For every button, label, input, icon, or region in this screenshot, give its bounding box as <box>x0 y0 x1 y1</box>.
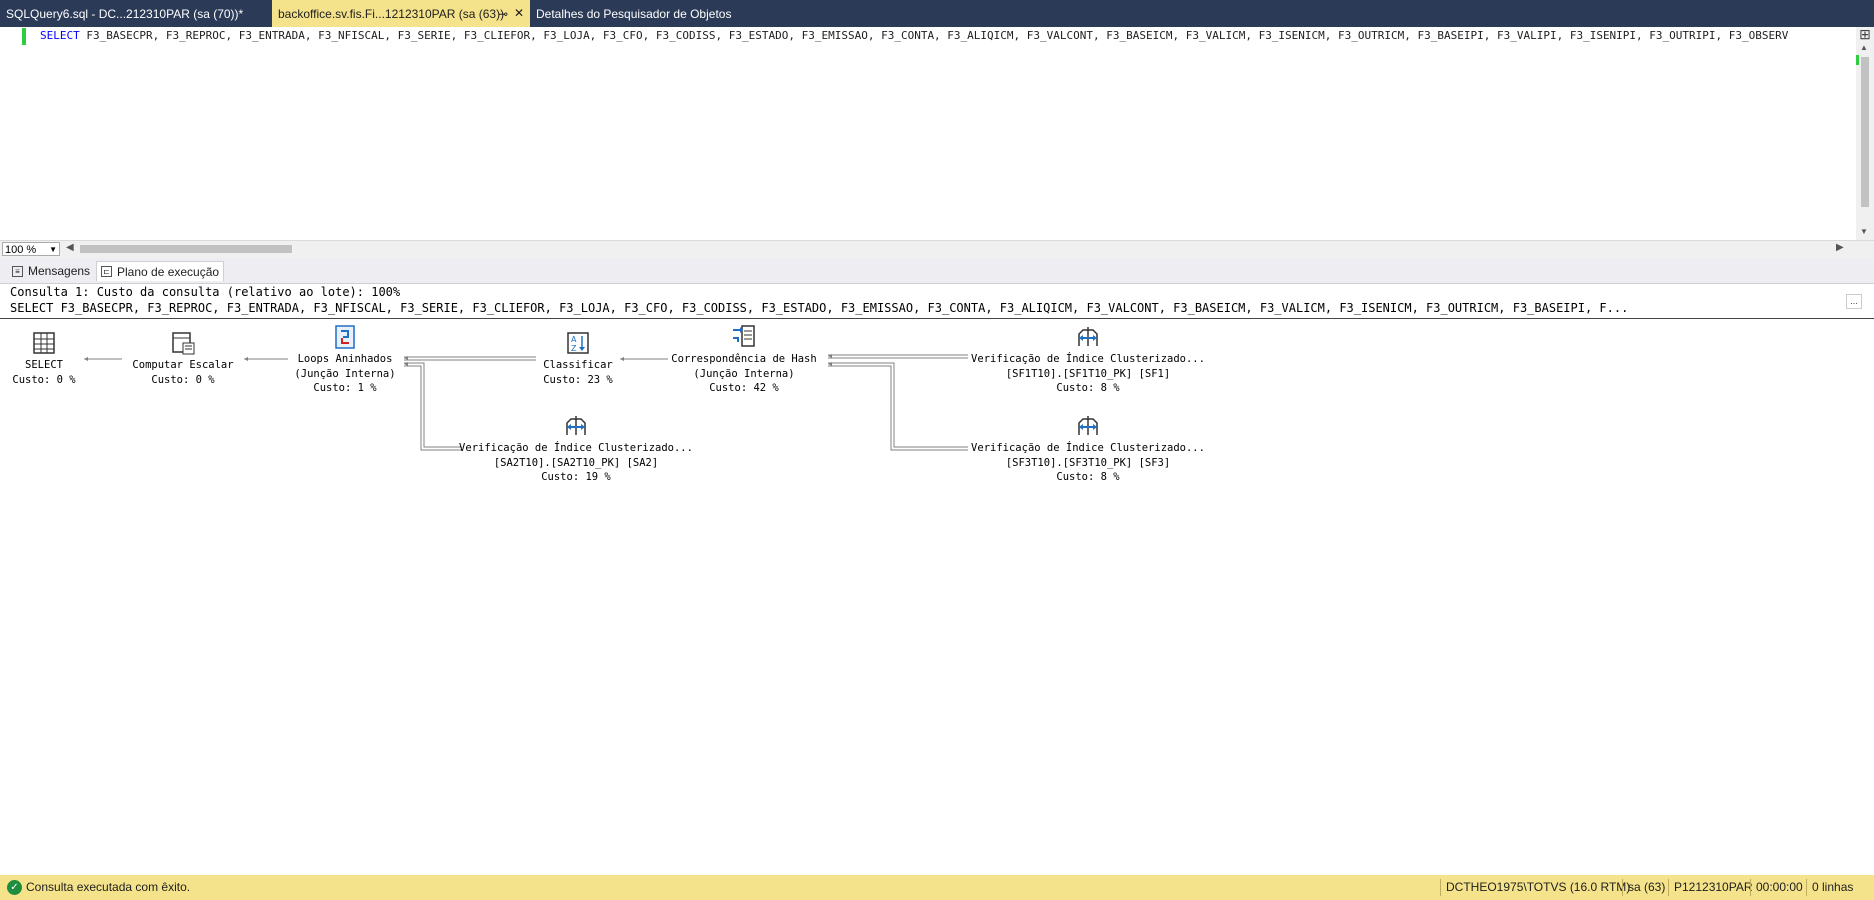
plan-node-hash-match[interactable]: Correspondência de Hash (Junção Interna)… <box>662 324 826 396</box>
messages-icon: ≡ <box>12 265 23 277</box>
scroll-right-icon[interactable]: ▶ <box>1836 242 1844 253</box>
tab-label: Mensagens <box>28 264 91 278</box>
close-icon[interactable]: ✕ <box>514 6 524 20</box>
node-name: Classificar <box>543 359 613 371</box>
divider <box>1806 879 1807 896</box>
changed-line-marker <box>22 28 26 45</box>
node-subtitle: (Junção Interna) <box>294 367 396 380</box>
pin-icon[interactable]: ⊸ <box>498 7 508 21</box>
document-tab-bar: SQLQuery6.sql - DC...212310PAR (sa (70))… <box>0 0 1874 27</box>
plan-node-compute-scalar[interactable]: Computar Escalar Custo: 0 % <box>124 330 242 387</box>
select-icon <box>33 332 55 354</box>
clustered-index-scan-icon <box>1078 327 1098 346</box>
user-info: sa (63) <box>1628 880 1666 894</box>
node-subtitle: [SF3T10].[SF3T10_PK] [SF3] <box>1005 456 1171 469</box>
scroll-up-icon[interactable]: ▲ <box>1860 43 1868 52</box>
plan-query-text: SELECT F3_BASECPR, F3_REPROC, F3_ENTRADA… <box>10 301 1629 315</box>
divider <box>0 318 1874 319</box>
hash-match-icon <box>733 325 755 347</box>
status-message: Consulta executada com êxito. <box>26 880 191 894</box>
scroll-down-icon[interactable]: ▼ <box>1860 227 1868 236</box>
divider <box>1750 879 1751 896</box>
node-cost: Custo: 8 % <box>1056 382 1120 394</box>
node-name: Verificação de Índice Clusterizado... <box>971 442 1205 454</box>
tab-messages[interactable]: ≡ Mensagens <box>8 261 94 281</box>
divider <box>1440 879 1441 896</box>
sql-keyword: SELECT <box>40 29 80 42</box>
clustered-index-scan-icon <box>1078 416 1098 435</box>
sort-icon: A Z <box>567 332 589 354</box>
plan-cost-header: Consulta 1: Custo da consulta (relativo … <box>10 285 401 299</box>
node-name: Correspondência de Hash <box>671 353 817 365</box>
node-cost: Custo: 42 % <box>709 382 779 394</box>
compute-scalar-icon <box>172 332 195 355</box>
horizontal-scroll-thumb[interactable] <box>80 245 292 253</box>
node-subtitle: (Junção Interna) <box>693 367 795 380</box>
scroll-left-icon[interactable]: ◀ <box>66 242 74 253</box>
sql-columns: F3_BASECPR, F3_REPROC, F3_ENTRADA, F3_NF… <box>79 29 1789 42</box>
node-cost: Custo: 1 % <box>313 382 377 394</box>
editor-horizontal-bar: 100 % ▼ ◀ ▶ <box>0 240 1874 258</box>
zoom-select[interactable]: 100 % ▼ <box>2 242 60 256</box>
clustered-index-scan-icon <box>566 416 586 435</box>
elapsed-time: 00:00:00 <box>1756 880 1803 894</box>
row-count: 0 linhas <box>1812 880 1854 894</box>
node-cost: Custo: 8 % <box>1056 471 1120 483</box>
tab-execution-plan[interactable]: ⊏ Plano de execução <box>96 261 225 281</box>
sql-text[interactable]: SELECT F3_BASECPR, F3_REPROC, F3_ENTRADA… <box>40 29 1850 42</box>
node-name: Computar Escalar <box>132 359 234 371</box>
node-subtitle: [SF1T10].[SF1T10_PK] [SF1] <box>1005 367 1171 380</box>
node-name: SELECT <box>25 359 63 371</box>
split-icon[interactable]: ⊞ <box>1858 27 1872 41</box>
status-bar: ✓ Consulta executada com êxito. DCTHEO19… <box>0 875 1874 900</box>
more-button[interactable]: ... <box>1846 294 1862 309</box>
svg-text:Z: Z <box>571 344 577 353</box>
server-info: DCTHEO1975\TOTVS (16.0 RTM) <box>1446 880 1631 894</box>
node-cost: Custo: 19 % <box>541 471 611 483</box>
tab-label: backoffice.sv.fis.Fi...1212310PAR (sa (6… <box>278 6 505 21</box>
check-icon: ✓ <box>7 880 22 895</box>
node-cost: Custo: 0 % <box>151 373 215 386</box>
chevron-down-icon: ▼ <box>49 245 57 254</box>
results-tab-bar: ≡ Mensagens ⊏ Plano de execução <box>0 258 1874 284</box>
editor-vertical-scrollbar[interactable]: ⊞ ▲ ▼ <box>1856 27 1874 240</box>
zoom-value: 100 % <box>5 244 37 256</box>
tab-backoffice[interactable]: backoffice.sv.fis.Fi...1212310PAR (sa (6… <box>272 0 530 27</box>
plan-node-scan-sa2[interactable]: Verificação de Índice Clusterizado... [S… <box>456 413 696 485</box>
tab-label: Plano de execução <box>117 264 220 279</box>
node-name: Verificação de Índice Clusterizado... <box>459 442 693 454</box>
node-cost: Custo: 23 % <box>543 373 613 386</box>
tab-sqlquery6[interactable]: SQLQuery6.sql - DC...212310PAR (sa (70))… <box>0 0 270 27</box>
node-subtitle: [SA2T10].[SA2T10_PK] [SA2] <box>493 456 659 469</box>
tab-object-explorer-details[interactable]: Detalhes do Pesquisador de Objetos <box>530 0 770 27</box>
plan-node-scan-sf1[interactable]: Verificação de Índice Clusterizado... [S… <box>968 324 1208 396</box>
plan-node-select[interactable]: SELECT Custo: 0 % <box>8 330 80 387</box>
scroll-thumb[interactable] <box>1861 57 1869 207</box>
divider <box>1668 879 1669 896</box>
query-editor[interactable]: SELECT F3_BASECPR, F3_REPROC, F3_ENTRADA… <box>0 27 1874 240</box>
nested-loops-icon <box>335 325 355 349</box>
node-cost: Custo: 0 % <box>12 373 76 386</box>
svg-text:A: A <box>571 335 577 344</box>
plan-node-sort[interactable]: A Z Classificar Custo: 23 % <box>536 330 620 387</box>
database-info: P1212310PAR <box>1674 880 1753 894</box>
divider <box>1622 879 1623 896</box>
tab-label: SQLQuery6.sql - DC...212310PAR (sa (70))… <box>6 6 244 21</box>
node-name: Loops Aninhados <box>297 353 393 365</box>
plan-node-nested-loops[interactable]: Loops Aninhados (Junção Interna) Custo: … <box>285 324 405 396</box>
scroll-marker <box>1856 55 1859 65</box>
tab-label: Detalhes do Pesquisador de Objetos <box>536 6 732 21</box>
plan-icon: ⊏ <box>101 266 112 277</box>
plan-node-scan-sf3[interactable]: Verificação de Índice Clusterizado... [S… <box>968 413 1208 485</box>
plan-connectors <box>84 354 968 451</box>
node-name: Verificação de Índice Clusterizado... <box>971 353 1205 365</box>
